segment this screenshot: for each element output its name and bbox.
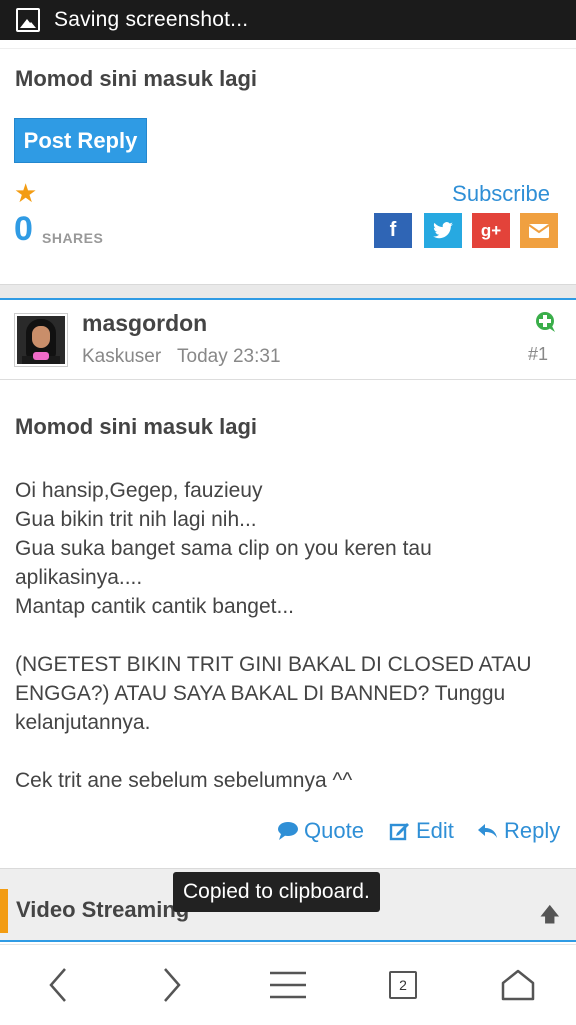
browser-nav-bar: 2 [0,944,576,1025]
email-share-button[interactable] [520,213,558,248]
google-plus-share-button[interactable]: g+ [472,213,510,248]
quote-button[interactable]: Quote [277,818,364,844]
tabs-icon: 2 [389,971,417,999]
home-button[interactable] [478,945,558,1025]
reply-label: Reply [504,818,561,843]
star-icon: ★ [14,178,38,208]
post-reply-button[interactable]: Post Reply [14,118,147,163]
post-body: Oi hansip,Gegep, fauzieuy Gua bikin trit… [15,476,560,795]
edit-label: Edit [416,818,454,843]
tab-count: 2 [399,977,407,993]
menu-button[interactable] [248,945,328,1025]
add-icon[interactable] [534,310,558,334]
post-number[interactable]: #1 [528,344,548,365]
shares-label: SHARES [42,230,104,246]
home-icon [501,969,535,1001]
quote-label: Quote [304,818,364,843]
section-title: Video Streaming [16,897,190,922]
status-text: Saving screenshot... [54,8,249,31]
user-rank: Kaskuser [82,346,162,367]
post-paragraph: (NGETEST BIKIN TRIT GINI BAKAL DI CLOSED… [15,653,532,734]
edit-button[interactable]: Edit [389,818,454,844]
hamburger-icon [270,971,306,999]
arrow-up-icon[interactable]: 🡅 [539,900,560,934]
forward-button[interactable] [132,945,212,1025]
post-paragraph: Cek trit ane sebelum sebelumnya ^^ [15,769,353,792]
avatar[interactable] [14,313,68,367]
reply-arrow-icon [478,824,497,838]
share-count: 0 [14,210,33,248]
email-icon [528,223,550,238]
section-border [0,940,576,942]
post-paragraph: Oi hansip,Gegep, fauzieuy Gua bikin trit… [15,479,432,618]
thread-title: Momod sini masuk lagi [15,66,258,91]
back-button[interactable] [18,945,98,1025]
reply-button[interactable]: Reply [477,818,560,844]
facebook-share-button[interactable]: f [374,213,412,248]
post-top-border [0,298,576,300]
facebook-icon: f [389,219,397,241]
twitter-icon [433,221,453,238]
chevron-right-icon [164,968,181,1002]
breadcrumb [0,40,576,49]
section-marker [0,889,8,933]
username[interactable]: masgordon [82,310,207,337]
edit-icon [389,823,409,841]
google-plus-icon: g+ [480,220,502,240]
status-bar: Saving screenshot... [0,0,576,40]
post-time: Today 23:31 [177,346,281,367]
tabs-button[interactable]: 2 [363,945,443,1025]
twitter-share-button[interactable] [424,213,462,248]
divider [0,379,576,380]
section-divider [0,284,576,299]
toast: Copied to clipboard. [173,872,380,912]
gallery-icon [16,8,40,32]
subscribe-link[interactable]: Subscribe [452,181,550,207]
speech-bubble-icon [278,822,298,840]
chevron-left-icon [49,968,66,1002]
post-title: Momod sini masuk lagi [15,414,258,439]
